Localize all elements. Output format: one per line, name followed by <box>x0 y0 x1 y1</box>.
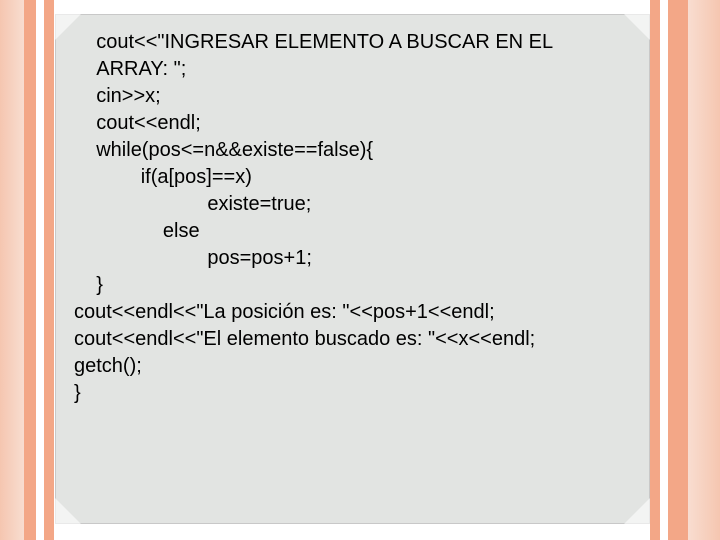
code-line: cout<<endl<<"La posición es: "<<pos+1<<e… <box>74 301 495 323</box>
code-line: cin>>x; <box>74 85 161 107</box>
stripe <box>36 0 44 540</box>
code-line: } <box>74 382 81 404</box>
code-line: ARRAY: "; <box>74 58 186 80</box>
code-line: cout<<endl; <box>74 112 201 134</box>
stripe <box>24 0 36 540</box>
code-line: } <box>74 274 103 296</box>
corner-decoration <box>624 498 650 524</box>
code-card: cout<<"INGRESAR ELEMENTO A BUSCAR EN EL … <box>55 14 650 524</box>
stripe <box>650 0 660 540</box>
code-line: cout<<"INGRESAR ELEMENTO A BUSCAR EN EL <box>74 31 553 53</box>
corner-decoration <box>55 14 81 40</box>
corner-decoration <box>624 14 650 40</box>
code-line: else <box>74 220 200 242</box>
code-line: while(pos<=n&&existe==false){ <box>74 139 373 161</box>
code-line: getch(); <box>74 355 142 377</box>
code-line: if(a[pos]==x) <box>74 166 252 188</box>
code-line: cout<<endl<<"El elemento buscado es: "<<… <box>74 328 535 350</box>
code-line: existe=true; <box>74 193 311 215</box>
stripe <box>0 0 24 540</box>
code-block: cout<<"INGRESAR ELEMENTO A BUSCAR EN EL … <box>74 29 631 407</box>
stripe <box>660 0 668 540</box>
code-line: pos=pos+1; <box>74 247 312 269</box>
stripe <box>44 0 54 540</box>
stripe <box>688 0 720 540</box>
corner-decoration <box>55 498 81 524</box>
stripe <box>668 0 688 540</box>
